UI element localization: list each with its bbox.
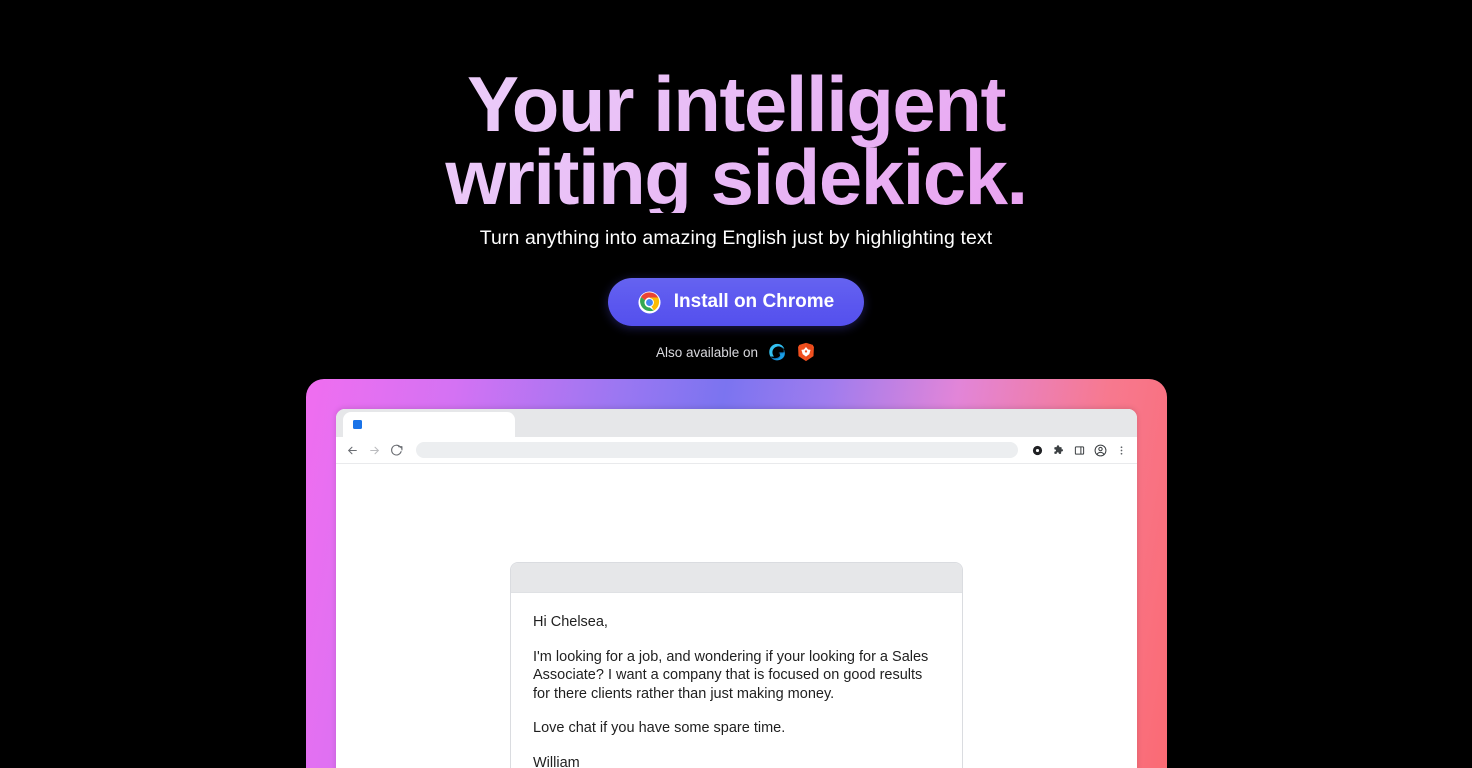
hero-section: Your intelligent writing sidekick. Turn … (0, 0, 1472, 362)
puzzle-piece-icon[interactable] (1051, 443, 1065, 457)
side-panel-icon[interactable] (1072, 443, 1086, 457)
email-paragraph-2: Love chat if you have some spare time. (533, 720, 786, 737)
back-arrow-icon[interactable] (345, 443, 360, 458)
also-available-label: Also available on (655, 344, 759, 360)
three-dot-menu-icon[interactable] (1114, 443, 1128, 457)
chrome-icon (638, 291, 661, 314)
browser-tabstrip (336, 409, 1137, 437)
email-paragraph-1: I'm looking for a job, and wondering if … (533, 648, 929, 702)
browser-viewport: Hi Chelsea, I'm looking for a job, and w… (336, 464, 1137, 768)
reload-arrow-icon[interactable] (389, 443, 404, 458)
install-button-label: Install on Chrome (673, 291, 835, 313)
brave-icon[interactable] (796, 342, 816, 362)
browser-mockup-frame: Hi Chelsea, I'm looking for a job, and w… (306, 379, 1167, 768)
hero-subtitle: Turn anything into amazing English just … (479, 227, 993, 250)
address-bar-input[interactable] (416, 442, 1018, 458)
browser-toolbar (336, 437, 1137, 464)
email-card: Hi Chelsea, I'm looking for a job, and w… (510, 562, 963, 768)
email-greeting: Hi Chelsea, (533, 614, 608, 630)
cta-container: Install on Chrome (0, 278, 1472, 327)
forward-arrow-icon[interactable] (367, 443, 382, 458)
extension-sidekick-icon[interactable] (1030, 443, 1044, 457)
email-body[interactable]: Hi Chelsea, I'm looking for a job, and w… (511, 593, 962, 768)
profile-avatar-icon[interactable] (1093, 443, 1107, 457)
also-available-row: Also available on (0, 342, 1472, 362)
email-signature: William (533, 754, 580, 768)
headline-line-2: writing sidekick. (445, 132, 1027, 221)
edge-icon[interactable] (767, 342, 787, 362)
page-title: Your intelligent writing sidekick. (0, 68, 1472, 213)
browser-tab[interactable] (343, 412, 515, 437)
browser-window: Hi Chelsea, I'm looking for a job, and w… (336, 409, 1137, 768)
tab-favicon-icon (353, 420, 362, 429)
email-card-header (511, 563, 962, 593)
landing-page: Your intelligent writing sidekick. Turn … (0, 0, 1472, 768)
install-on-chrome-button[interactable]: Install on Chrome (607, 278, 865, 327)
